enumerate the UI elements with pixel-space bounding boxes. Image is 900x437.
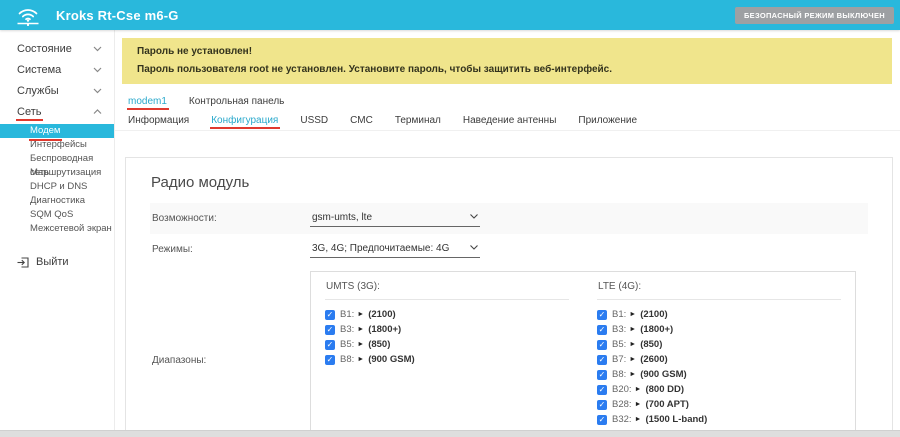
page-title: Kroks Rt-Cse m6-G [56,8,179,23]
sidebar-item-system[interactable]: Система [0,59,114,80]
sidebar-group-label: Сеть [17,106,41,118]
capabilities-select[interactable]: gsm-umts, lte [310,210,480,227]
expand-arrow-icon[interactable]: ► [635,401,642,408]
expand-arrow-icon[interactable]: ► [629,371,636,378]
expand-arrow-icon[interactable]: ► [357,341,364,348]
expand-arrow-icon[interactable]: ► [629,356,636,363]
lte-band-b8[interactable]: ✓ B8: ► (900 GSM) [597,369,841,380]
umts-band-b1[interactable]: ✓ B1: ► (2100) [325,309,569,320]
expand-arrow-icon[interactable]: ► [357,356,364,363]
page-bottom-strip [0,430,900,437]
sidebar-item-status[interactable]: Состояние [0,38,114,59]
chevron-down-icon [93,67,102,73]
chevron-down-icon [470,245,478,250]
checkbox-checked-icon[interactable]: ✓ [597,415,607,425]
checkbox-checked-icon[interactable]: ✓ [597,310,607,320]
logout-label: Выйти [36,256,69,268]
sidebar: Состояние Система Службы Сеть Модем Инте… [0,30,115,430]
chevron-up-icon [93,109,102,115]
checkbox-checked-icon[interactable]: ✓ [597,400,607,410]
logout-button[interactable]: Выйти [0,256,114,268]
tab-sms[interactable]: СМС [350,115,373,126]
logout-icon [17,257,29,268]
router-admin-app: Kroks Rt-Cse m6-G БЕЗОПАСНЫЙ РЕЖИМ ВЫКЛЮ… [0,0,900,437]
modem-tab-bar: modem1 Контрольная панель [115,92,900,111]
sidebar-item-routing[interactable]: Маршрутизация [0,166,114,180]
checkbox-checked-icon[interactable]: ✓ [325,325,335,335]
chevron-down-icon [470,214,478,219]
chevron-down-icon [93,88,102,94]
sidebar-item-firewall[interactable]: Межсетевой экран [0,222,114,236]
lte-band-column: LTE (4G): ✓ B1: ► (2100) ✓ B3: ► [583,272,855,437]
expand-arrow-icon[interactable]: ► [629,341,636,348]
tab-information[interactable]: Информация [128,115,189,126]
lte-band-b3[interactable]: ✓ B3: ► (1800+) [597,324,841,335]
tab-configuration[interactable]: Конфигурация [211,115,278,126]
sidebar-item-diagnostics[interactable]: Диагностика [0,194,114,208]
checkbox-checked-icon[interactable]: ✓ [597,340,607,350]
tab-ussd[interactable]: USSD [300,115,328,126]
expand-arrow-icon[interactable]: ► [357,311,364,318]
sidebar-item-services[interactable]: Службы [0,80,114,101]
tab-terminal[interactable]: Терминал [395,115,441,126]
umts-band-b5[interactable]: ✓ B5: ► (850) [325,339,569,350]
umts-column-title: UMTS (3G): [325,279,569,300]
sidebar-item-wireless[interactable]: Беспроводная сеть [0,152,114,166]
kroks-wifi-logo-icon [0,4,56,27]
checkbox-checked-icon[interactable]: ✓ [597,370,607,380]
lte-band-b1[interactable]: ✓ B1: ► (2100) [597,309,841,320]
bands-box: UMTS (3G): ✓ B1: ► (2100) ✓ B3: ► [310,271,856,437]
lte-band-b28[interactable]: ✓ B28: ► (700 APT) [597,399,841,410]
expand-arrow-icon[interactable]: ► [635,416,642,423]
sidebar-group-label: Состояние [17,43,72,55]
bands-label: Диапазоны: [150,271,310,366]
expand-arrow-icon[interactable]: ► [357,326,364,333]
panel-title: Радио модуль [151,174,868,191]
password-warning-banner: Пароль не установлен! Пароль пользовател… [122,38,892,84]
checkbox-checked-icon[interactable]: ✓ [325,310,335,320]
modes-label: Режимы: [150,244,310,255]
expand-arrow-icon[interactable]: ► [629,311,636,318]
sidebar-item-sqm-qos[interactable]: SQM QoS [0,208,114,222]
radio-module-panel: Радио модуль Возможности: gsm-umts, lte … [125,157,893,437]
chevron-down-icon [93,46,102,52]
network-submenu: Модем Интерфейсы Беспроводная сеть Маршр… [0,122,114,236]
expand-arrow-icon[interactable]: ► [635,386,642,393]
checkbox-checked-icon[interactable]: ✓ [597,385,607,395]
modem-section-tab-bar: Информация Конфигурация USSD СМС Термина… [115,111,900,131]
umts-band-b3[interactable]: ✓ B3: ► (1800+) [325,324,569,335]
umts-band-b8[interactable]: ✓ B8: ► (900 GSM) [325,354,569,365]
tab-antenna-pointing[interactable]: Наведение антенны [463,115,557,126]
bands-row: Диапазоны: UMTS (3G): ✓ B1: ► (2100) [150,265,868,437]
modes-row: Режимы: 3G, 4G; Предпочитаемые: 4G [150,234,868,265]
capabilities-label: Возможности: [150,213,310,224]
lte-band-b20[interactable]: ✓ B20: ► (800 DD) [597,384,841,395]
tab-modem1[interactable]: modem1 [128,96,167,107]
lte-band-b7[interactable]: ✓ B7: ► (2600) [597,354,841,365]
capabilities-row: Возможности: gsm-umts, lte [150,203,868,234]
lte-band-b5[interactable]: ✓ B5: ► (850) [597,339,841,350]
tab-control-panel[interactable]: Контрольная панель [189,96,285,107]
sidebar-item-dhcp-dns[interactable]: DHCP и DNS [0,180,114,194]
checkbox-checked-icon[interactable]: ✓ [597,325,607,335]
header-bar: Kroks Rt-Cse m6-G БЕЗОПАСНЫЙ РЕЖИМ ВЫКЛЮ… [0,0,900,30]
alert-title: Пароль не установлен! [137,46,877,57]
modes-select[interactable]: 3G, 4G; Предпочитаемые: 4G [310,241,480,258]
sidebar-item-modem[interactable]: Модем [0,124,114,138]
sidebar-group-label: Система [17,64,61,76]
sidebar-item-network[interactable]: Сеть [0,101,114,122]
sidebar-group-label: Службы [17,85,59,97]
tab-application[interactable]: Приложение [578,115,637,126]
safe-mode-button[interactable]: БЕЗОПАСНЫЙ РЕЖИМ ВЫКЛЮЧЕН [735,7,894,24]
main-content: Пароль не установлен! Пароль пользовател… [115,30,900,430]
lte-band-b32[interactable]: ✓ B32: ► (1500 L-band) [597,414,841,425]
alert-message: Пароль пользователя root не установлен. … [137,64,877,75]
checkbox-checked-icon[interactable]: ✓ [325,340,335,350]
lte-column-title: LTE (4G): [597,279,841,300]
expand-arrow-icon[interactable]: ► [629,326,636,333]
checkbox-checked-icon[interactable]: ✓ [597,355,607,365]
checkbox-checked-icon[interactable]: ✓ [325,355,335,365]
umts-band-column: UMTS (3G): ✓ B1: ► (2100) ✓ B3: ► [311,272,583,437]
